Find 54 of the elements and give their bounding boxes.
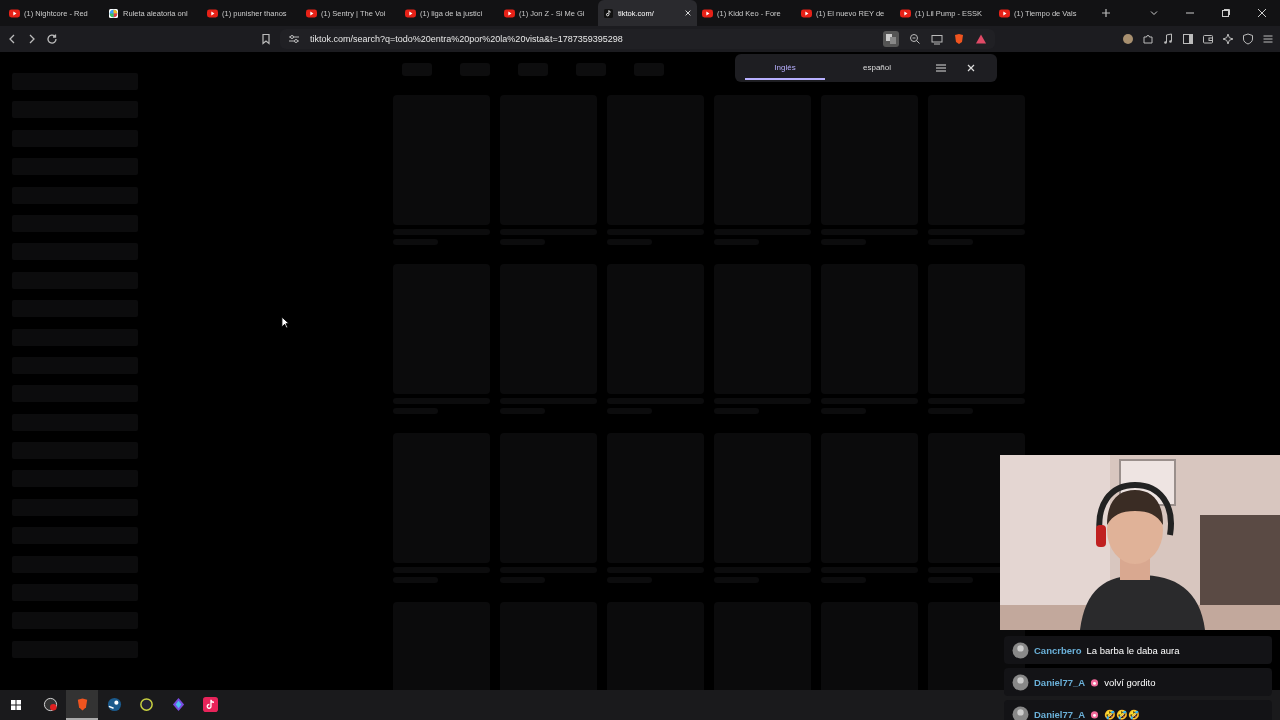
steam-icon [106,696,122,712]
close-icon[interactable] [1257,8,1267,18]
windows-icon[interactable] [10,699,22,711]
plus-icon[interactable] [1101,8,1111,18]
play-icon [9,8,20,18]
note-icon [603,8,614,18]
play-icon [306,8,317,18]
play-icon [702,8,713,18]
shield-icon[interactable] [1242,33,1254,45]
avatar-icon[interactable] [1122,33,1134,45]
avatar-icon [1012,641,1029,659]
close-icon[interactable] [684,9,692,17]
chevron-down-icon[interactable] [1149,8,1159,18]
message-text: La barba le daba aura [1086,644,1180,656]
message-text: volví gordito [1104,676,1156,688]
play-icon [999,8,1010,18]
cast-icon[interactable] [931,33,943,45]
wallet-icon[interactable] [1202,33,1214,45]
sidebar-icon[interactable] [1182,33,1194,45]
url-text: tiktok.com/search?q=todo%20entra%20por%20la%20vista&t=1787359395298 [310,34,623,44]
avatar-icon [1012,673,1029,691]
menu-icon[interactable] [1262,33,1274,45]
play-icon [900,8,911,18]
zoom-out-icon[interactable] [909,33,921,45]
username: Cancrbero [1034,644,1082,656]
language-tab[interactable]: Inglés [745,56,825,80]
music-icon[interactable] [1162,33,1174,45]
avatar-icon [1012,705,1029,720]
diamond-icon [170,696,186,712]
lion-shield-icon[interactable] [953,33,965,45]
address-bar[interactable]: tiktok.com/search?q=todo%20entra%20por%20la%20vista&t=1787359395298 [280,29,995,49]
play-icon [405,8,416,18]
play-icon [504,8,515,18]
play-icon [207,8,218,18]
username: Daniel77_A [1034,676,1086,688]
note-icon [202,696,218,712]
cursor-icon [281,316,290,329]
ring-icon [138,696,154,712]
menu-icon[interactable] [935,62,947,74]
record-icon [42,696,58,712]
language-tab[interactable]: español [837,56,917,80]
reload-icon[interactable] [46,33,58,45]
message-text: 🤣🤣🤣 [1104,708,1141,720]
translate-icon[interactable] [883,31,899,47]
username: Daniel77_A [1034,708,1086,720]
triangle-icon[interactable] [975,33,987,45]
sparkle-icon[interactable] [1222,33,1234,45]
bookmark-icon[interactable] [260,33,272,45]
play-icon [801,8,812,18]
sliders-icon [288,33,300,45]
taskbar-app[interactable] [66,690,98,720]
close-icon[interactable] [965,62,977,74]
restore-icon[interactable] [1221,8,1231,18]
color-wheel-icon [108,8,119,18]
